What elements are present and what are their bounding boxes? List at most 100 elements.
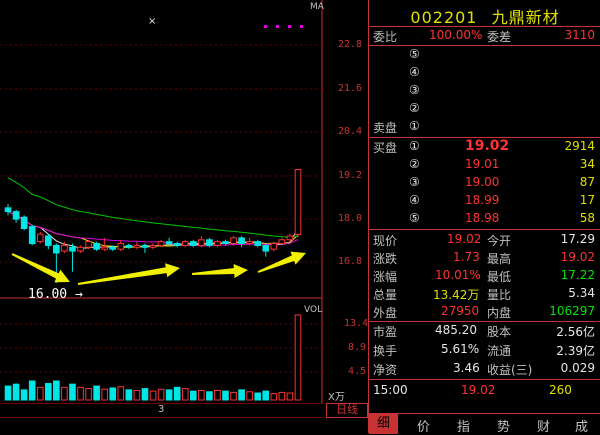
candle-body (278, 239, 286, 245)
candle-body (61, 244, 68, 252)
candle-body (238, 237, 245, 245)
volume-bar (133, 390, 141, 401)
buy-price: 19.00 (465, 175, 500, 189)
volume-bar (286, 392, 294, 401)
eps-label: 收益(三) (487, 363, 533, 377)
buy-level-index: ④ (409, 193, 420, 207)
ma-indicator-label[interactable]: MA (310, 2, 324, 12)
tab-finance[interactable]: 财 (537, 416, 550, 435)
tick-row: 15:00 19.02 260 (369, 382, 600, 400)
quote-row-pct: 涨幅 10.01% 最低 17.22 (369, 267, 600, 285)
buy-volume: 87 (579, 175, 595, 189)
pe-label: 市盈 (373, 325, 398, 339)
low-price-marker: 16.00 → (28, 287, 83, 302)
low-value: 17.22 (560, 268, 595, 282)
low-price-value: 16.00 (28, 287, 68, 302)
candle-body (254, 241, 262, 246)
tick-volume: 260 (549, 383, 572, 397)
share-capital-value: 2.56亿 (556, 325, 595, 339)
candle-body (125, 244, 133, 248)
sell-level-4: ④ (369, 64, 600, 82)
tab-detail[interactable]: 细 (369, 414, 399, 434)
tab-price[interactable]: 价 (417, 416, 430, 435)
price-tick: 22.8 (338, 39, 363, 50)
candle-body (173, 243, 181, 246)
quote-row-volume: 总量 13.42万 量比 5.34 (369, 285, 600, 303)
tick-time: 15:00 (373, 383, 408, 397)
volume-bar (12, 383, 20, 401)
weibi-label: 委比 (373, 30, 398, 44)
float-label: 流通 (487, 344, 512, 358)
price-tick: 18.0 (338, 213, 363, 224)
candle-body (262, 244, 270, 252)
vol-indicator-label[interactable]: VOL (304, 305, 322, 315)
candle-body (149, 244, 157, 248)
weibi-row: 委比 100.00% 委差 3110 (369, 27, 600, 45)
arrow-shape (191, 264, 249, 278)
sell-level-3: ③ (369, 82, 600, 100)
indicator-dot (300, 25, 303, 28)
volume-ratio-value: 5.34 (568, 286, 595, 300)
sell-level-index: ③ (409, 83, 420, 97)
price-tick: 19.2 (338, 170, 363, 181)
tab-trend[interactable]: 势 (497, 416, 510, 435)
volume-bar (117, 386, 125, 401)
change-label: 涨跌 (373, 252, 398, 266)
quote-row-nav: 净资 3.46 收益(三) 0.029 (369, 360, 600, 378)
tab-index[interactable]: 指 (457, 416, 470, 435)
turnover-value: 5.61% (441, 342, 480, 356)
quote-row-pe: 市盈 485.20 股本 2.56亿 (369, 322, 600, 340)
candle-body (12, 211, 20, 220)
candle-body (198, 239, 205, 246)
volume-bar (53, 380, 60, 401)
volume-ratio-label: 量比 (487, 288, 512, 302)
volume-bar (206, 391, 213, 401)
indicator-dot (264, 25, 267, 28)
buy-price: 18.98 (465, 211, 500, 225)
volume-bar (101, 388, 108, 401)
quote-row-price: 现价 19.02 今开 17.29 (369, 231, 600, 249)
volume-bar (69, 383, 76, 401)
quote-panel: 002201 九鼎新材 委比 100.00% 委差 3110 ⑤ ④ ③ ② 卖… (368, 0, 600, 435)
buy-volume: 34 (579, 157, 595, 171)
indicator-dot (288, 25, 291, 28)
candle-body (181, 241, 189, 246)
volume-bar (109, 387, 117, 401)
kline-chart-area[interactable]: × MA 22.8 21.6 20.4 19.2 18.0 16.8 VOL 1… (0, 0, 368, 433)
sell-label: 卖盘 (373, 121, 398, 135)
current-price-value: 19.02 (447, 232, 482, 246)
volume-bar (254, 392, 262, 401)
sell-level-index: ⑤ (409, 47, 420, 61)
kline-chart[interactable]: × (0, 0, 368, 433)
page-number: 3 (158, 404, 165, 415)
arrow-shape (77, 263, 181, 285)
volume-bar (149, 390, 157, 401)
candle-body (157, 241, 165, 246)
volume-bar (165, 389, 173, 401)
buy-level-index: ③ (409, 175, 420, 189)
divider (369, 229, 600, 230)
buy-level-4: ④ 18.99 17 (369, 192, 600, 210)
price-tick: 20.4 (338, 126, 363, 137)
volume-bar (262, 390, 270, 401)
tab-trades[interactable]: 成 (575, 416, 588, 435)
low-label: 最低 (487, 270, 512, 284)
stock-title: 002201 九鼎新材 (369, 4, 600, 28)
candle-body (286, 235, 294, 241)
arrow-shape (11, 253, 70, 283)
quote-row-outer: 外盘 27950 内盘 106297 (369, 303, 600, 321)
buy-price: 18.99 (465, 193, 500, 207)
nav-value: 3.46 (453, 361, 480, 375)
volume-bar (28, 380, 36, 401)
buy-volume: 17 (579, 193, 595, 207)
indicator-dot (276, 25, 279, 28)
volume-bar (173, 386, 181, 401)
vol-tick: 4.5 (348, 366, 367, 377)
volume-bar (214, 390, 221, 401)
current-price-label: 现价 (373, 234, 398, 248)
candle-body (246, 241, 253, 245)
eps-value: 0.029 (560, 361, 595, 375)
volume-bar (230, 391, 237, 401)
tick-price: 19.02 (461, 383, 496, 397)
period-tab-daily[interactable]: 日线 (326, 403, 368, 418)
